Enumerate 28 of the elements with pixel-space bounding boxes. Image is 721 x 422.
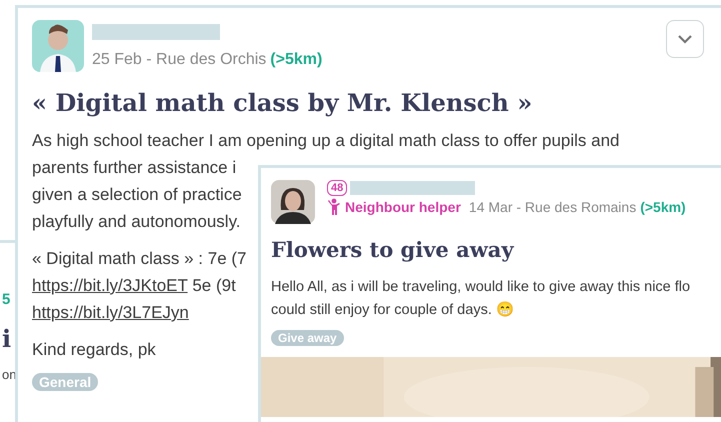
- chevron-down-icon: [677, 34, 693, 44]
- body-text: parents further assistance i: [32, 158, 236, 177]
- avatar: [32, 20, 84, 72]
- body-text: Kind regards, pk: [32, 340, 156, 359]
- body-text: Hello All, as i will be traveling, would like to give away this nice flo: [271, 278, 692, 297]
- avatar: [271, 180, 315, 224]
- post-title: i: [2, 324, 12, 353]
- post-meta: 14 Mar - Rue des Romains: [468, 199, 636, 215]
- body-text: could still enjoy for couple of days. 😁: [271, 300, 515, 320]
- category-tag: General: [32, 373, 98, 391]
- distance-text: (>5km): [640, 199, 686, 215]
- post-title: « Digital math class by Mr. Klensch »: [32, 88, 534, 117]
- link[interactable]: https://bit.ly/3L7EJyn: [32, 303, 189, 322]
- distance-text: 5: [2, 291, 10, 308]
- body-text: playfully and autonomously.: [32, 212, 241, 231]
- level-badge: 48: [327, 180, 348, 196]
- category-tag: Give away: [271, 330, 344, 346]
- body-text: 5e (9t: [191, 276, 236, 295]
- post-meta: 25 Feb - Rue des Orchis: [92, 51, 266, 68]
- link[interactable]: https://bit.ly/3JKtoET: [32, 276, 188, 295]
- body-text: « Digital math class » : 7e (7: [32, 249, 246, 268]
- person-icon: [327, 198, 341, 216]
- post-title: Flowers to give away: [271, 237, 516, 262]
- role-label: Neighbour helper: [345, 199, 461, 215]
- dropdown-button[interactable]: [666, 20, 704, 58]
- distance-text: (>5km): [270, 51, 322, 68]
- body-text: As high school teacher I am opening up a digital math class to offer pupils and: [32, 131, 620, 150]
- body-text: given a selection of practice: [32, 185, 242, 204]
